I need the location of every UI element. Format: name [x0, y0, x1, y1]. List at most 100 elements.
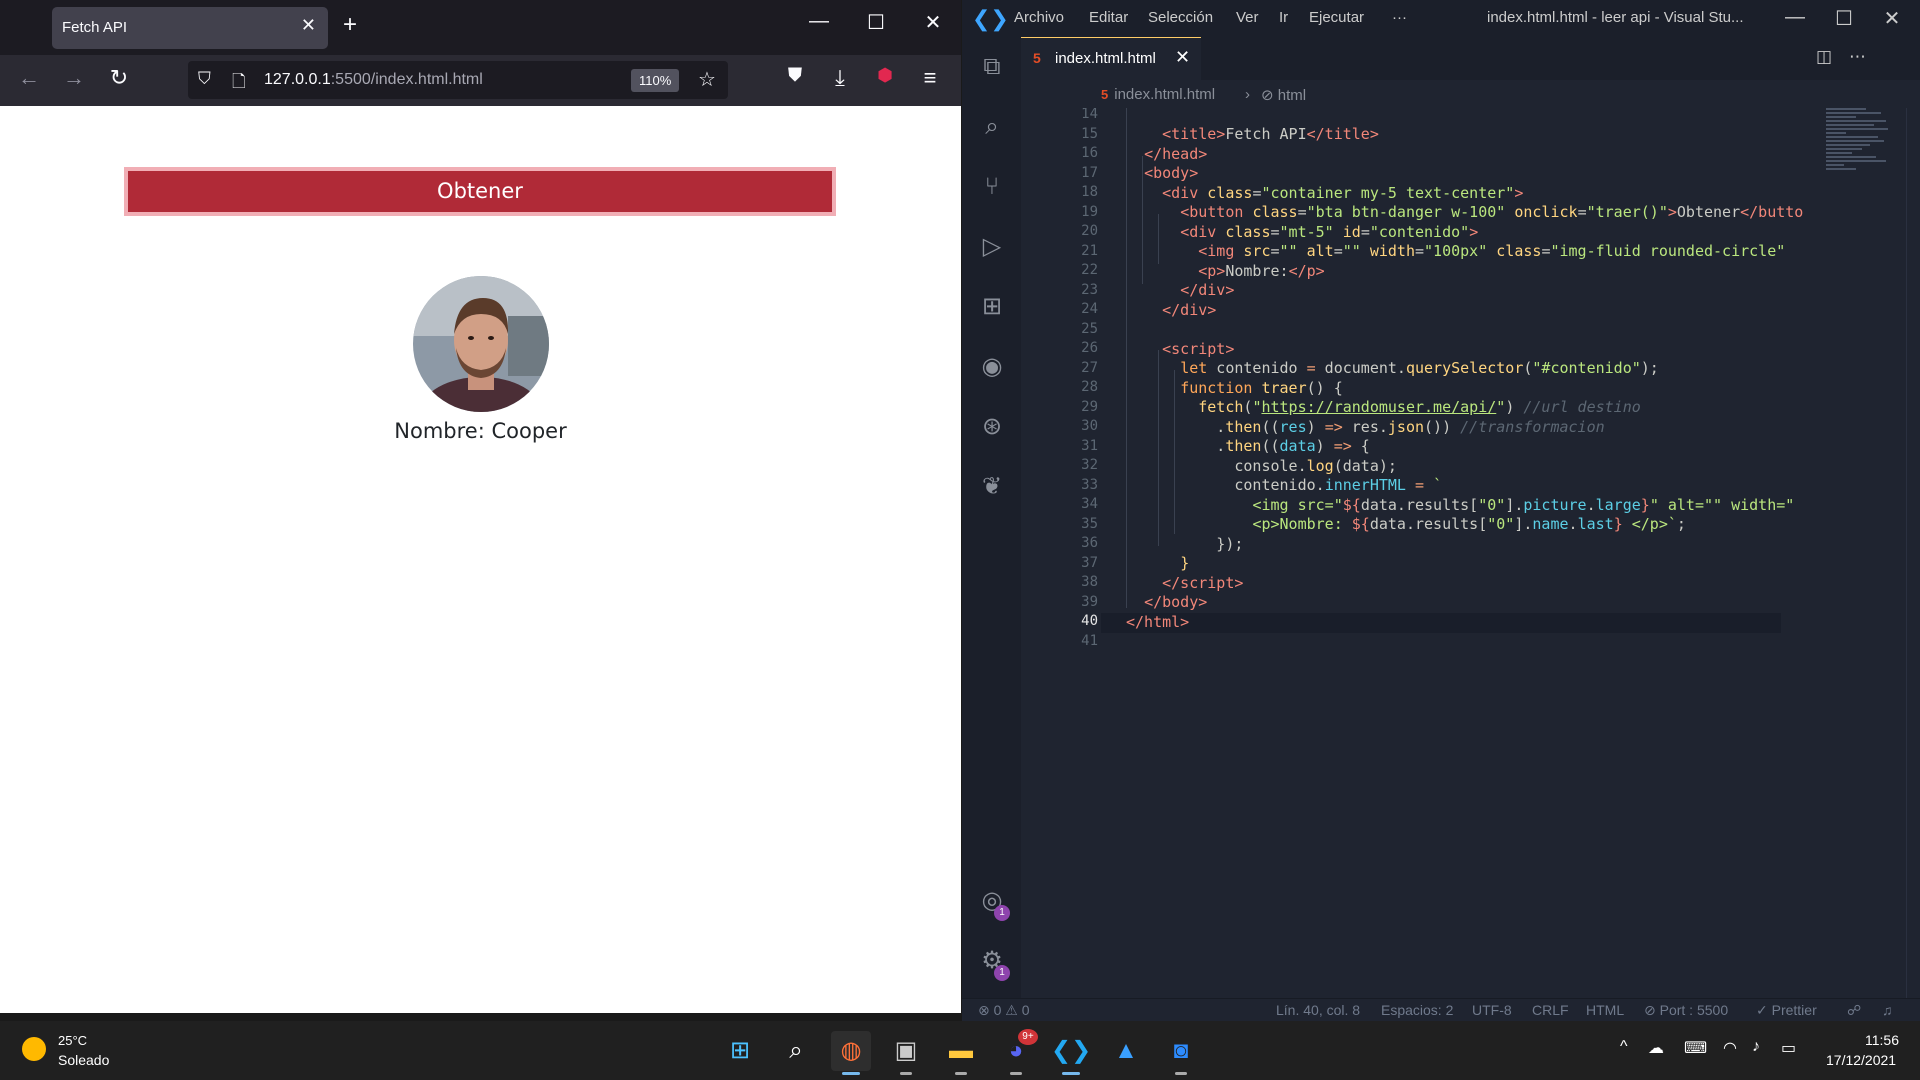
editor-scrollbar[interactable]: [1906, 108, 1920, 998]
menu-ir[interactable]: Ir: [1279, 9, 1288, 26]
run-debug-icon[interactable]: ▷: [976, 231, 1008, 263]
download-icon[interactable]: ⤓: [823, 65, 857, 91]
menu-more[interactable]: ···: [1392, 9, 1407, 26]
clock-time[interactable]: 11:56: [1865, 1032, 1899, 1048]
wifi-icon[interactable]: ◠: [1723, 1038, 1737, 1058]
close-window-icon[interactable]: ✕: [1872, 6, 1912, 31]
file-explorer-icon[interactable]: ▬: [941, 1031, 981, 1075]
code-line: </div>: [1162, 301, 1217, 319]
browser-tab-bar: Fetch API ✕ + — ☐ ✕: [0, 0, 961, 55]
page-icon[interactable]: 🗋: [232, 69, 246, 98]
line-number: 17: [1081, 164, 1098, 181]
onedrive-icon[interactable]: ☁: [1648, 1038, 1664, 1058]
shield-icon[interactable]: ⛉: [198, 69, 211, 89]
source-control-icon[interactable]: ⑂: [976, 171, 1008, 203]
active-indicator: [842, 1072, 860, 1075]
minimap[interactable]: [1826, 108, 1902, 188]
close-tab-icon[interactable]: ✕: [301, 15, 316, 36]
git-graph-icon[interactable]: ⊛: [976, 411, 1008, 443]
code-line: <button class="bta btn-danger w-100" onc…: [1180, 203, 1804, 221]
forward-icon[interactable]: →: [57, 65, 91, 91]
line-number: 36: [1081, 535, 1098, 551]
volume-icon[interactable]: ♪: [1752, 1038, 1760, 1056]
live-server-port[interactable]: ⊘ Port : 5500: [1644, 1002, 1728, 1019]
problems-status[interactable]: ⊗ 0 ⚠ 0: [978, 1002, 1030, 1019]
menu-seleccion[interactable]: Selección: [1148, 9, 1213, 26]
menu-archivo[interactable]: Archivo: [1014, 9, 1064, 26]
start-icon[interactable]: ⊞: [720, 1031, 760, 1071]
firefox-icon[interactable]: ◍: [831, 1031, 871, 1075]
accounts-badge: 1: [994, 905, 1010, 921]
running-indicator: [1175, 1072, 1187, 1075]
line-number: 30: [1081, 418, 1098, 434]
encoding-status[interactable]: UTF-8: [1472, 1002, 1512, 1018]
language-status[interactable]: HTML: [1586, 1002, 1624, 1018]
code-line: </script>: [1162, 574, 1244, 592]
feedback-icon[interactable]: ☍: [1847, 1002, 1861, 1019]
cursor-position[interactable]: Lín. 40, col. 8: [1276, 1002, 1360, 1018]
sun-icon[interactable]: [22, 1037, 46, 1061]
zoom-icon[interactable]: ◙: [1161, 1031, 1201, 1075]
search-icon[interactable]: ⌕: [976, 111, 1008, 143]
code-line: .then((res) => res.json()) //transformac…: [1126, 418, 1605, 436]
minimize-icon[interactable]: —: [799, 10, 839, 33]
menu-ver[interactable]: Ver: [1236, 9, 1259, 26]
battery-icon[interactable]: ▭: [1781, 1038, 1796, 1058]
extensions-icon[interactable]: ⊞: [976, 291, 1008, 323]
prettier-status[interactable]: ✓ Prettier: [1756, 1002, 1817, 1019]
split-editor-icon[interactable]: ◫: [1816, 47, 1832, 67]
photos-icon[interactable]: ▲: [1106, 1031, 1146, 1071]
maximize-icon[interactable]: ☐: [1824, 6, 1864, 31]
close-tab-icon[interactable]: ✕: [1175, 47, 1190, 68]
weather-description[interactable]: Soleado: [58, 1052, 109, 1068]
vscode-icon[interactable]: ❮❯: [1051, 1031, 1091, 1075]
explorer-icon[interactable]: ⧉: [976, 51, 1008, 83]
obtener-button[interactable]: Obtener: [124, 167, 836, 216]
code-line: contenido.innerHTML = `: [1126, 476, 1443, 494]
line-number: 21: [1081, 242, 1098, 259]
reload-icon[interactable]: ↻: [102, 65, 136, 91]
code-line: </html>: [1126, 613, 1190, 631]
menu-ejecutar[interactable]: Ejecutar: [1309, 9, 1364, 26]
minimize-icon[interactable]: —: [1775, 6, 1815, 29]
eol-status[interactable]: CRLF: [1532, 1002, 1569, 1018]
url-bar[interactable]: ⛉ 🗋 127.0.0.1:5500/index.html.html 110% …: [188, 61, 728, 99]
new-tab-icon[interactable]: +: [343, 11, 357, 39]
more-actions-icon[interactable]: ⋯: [1849, 47, 1866, 67]
line-number: 37: [1081, 554, 1098, 571]
pocket-icon[interactable]: ⛊: [778, 65, 812, 87]
editor-tab[interactable]: 5 index.html.html ✕: [1021, 37, 1201, 80]
breadcrumb-symbol[interactable]: ⊘ html: [1261, 86, 1306, 104]
indentation-status[interactable]: Espacios: 2: [1381, 1002, 1453, 1018]
weather-temperature[interactable]: 25°C: [58, 1033, 87, 1048]
code-editor[interactable]: 14 15 16 17 18 19 20 21 22 23 24 25 26 27 28 29 30 31 32 33…: [1021, 108, 1861, 998]
github-icon[interactable]: ◉: [976, 351, 1008, 383]
code-line: <img src="" alt="" width="100px" class="…: [1198, 242, 1786, 260]
keyboard-icon[interactable]: ⌨: [1684, 1038, 1707, 1058]
breadcrumb-file[interactable]: 5 index.html.html: [1101, 86, 1215, 103]
search-icon[interactable]: ⌕: [776, 1031, 816, 1071]
zoom-badge[interactable]: 110%: [631, 69, 680, 92]
app-icon[interactable]: ▣: [886, 1031, 926, 1075]
code-line: <title>Fetch API</title>: [1162, 125, 1379, 143]
bell-icon[interactable]: ♫: [1882, 1002, 1893, 1018]
editor-tab-title: index.html.html: [1055, 50, 1156, 67]
ublock-icon[interactable]: ⬢: [868, 65, 902, 86]
menu-editar[interactable]: Editar: [1089, 9, 1128, 26]
bookmark-star-icon[interactable]: ☆: [698, 67, 716, 92]
html5-icon: 5: [1101, 87, 1109, 102]
clock-date[interactable]: 17/12/2021: [1826, 1052, 1896, 1068]
line-number: 19: [1081, 203, 1098, 220]
url-text[interactable]: 127.0.0.1:5500/index.html.html: [264, 71, 483, 89]
line-number: 18: [1081, 184, 1098, 200]
back-icon[interactable]: ←: [12, 65, 46, 91]
leaf-icon[interactable]: ❦: [976, 471, 1008, 503]
close-window-icon[interactable]: ✕: [913, 10, 953, 35]
line-number: 24: [1081, 301, 1098, 317]
active-indicator: [1062, 1072, 1080, 1075]
browser-tab[interactable]: Fetch API ✕: [52, 7, 328, 49]
html5-icon: 5: [1033, 50, 1041, 66]
chevron-up-icon[interactable]: ^: [1620, 1038, 1628, 1056]
maximize-icon[interactable]: ☐: [856, 10, 896, 35]
menu-icon[interactable]: ≡: [913, 65, 947, 91]
